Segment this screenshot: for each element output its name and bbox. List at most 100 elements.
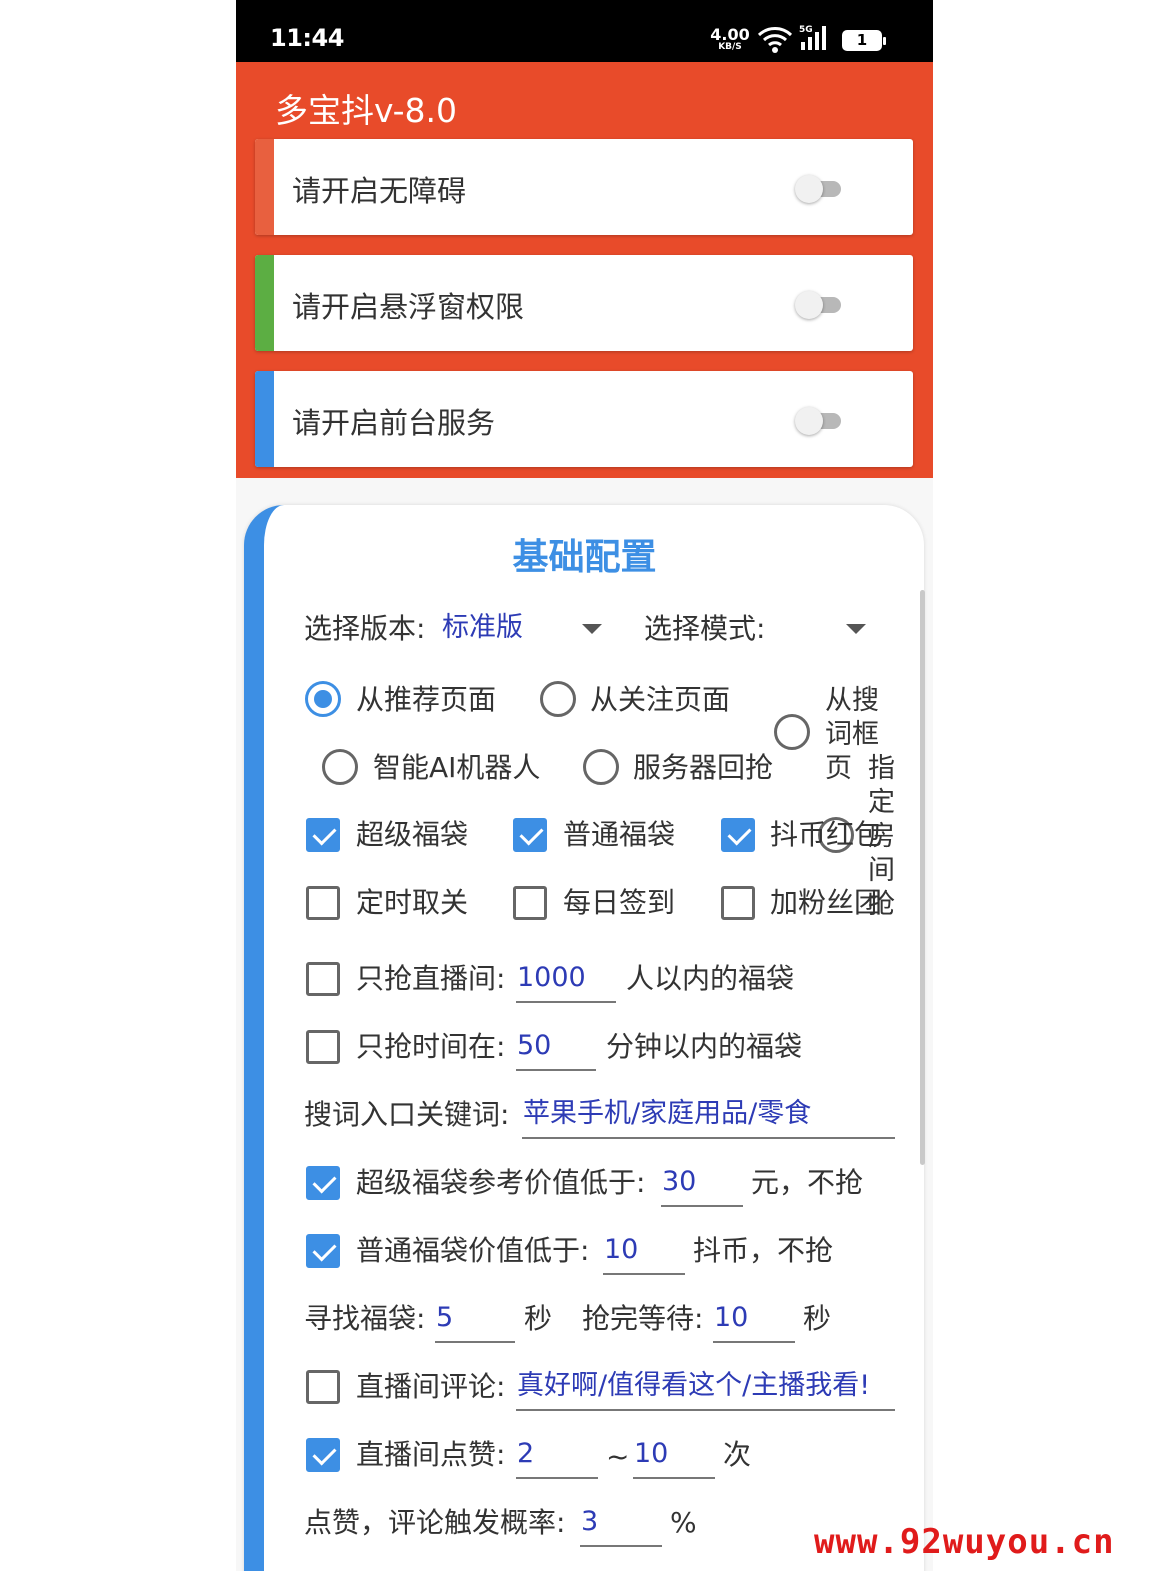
- check-normal-value[interactable]: [306, 1234, 340, 1268]
- normal-value-suffix: 抖币，不抢: [693, 1234, 834, 1267]
- overlay-toggle[interactable]: [795, 291, 843, 319]
- toggle-thumb: [795, 175, 823, 203]
- mode-label: 选择模式:: [644, 612, 766, 645]
- app-header: 多宝抖v-8.0 请开启无障碍 请开启悬浮窗权限 请开启前台服务: [236, 62, 933, 478]
- input-underline: [516, 1001, 616, 1003]
- toggle-thumb: [795, 291, 823, 319]
- time-limit-label: 只抢时间在:: [356, 1030, 506, 1063]
- radio-server[interactable]: [583, 749, 619, 785]
- version-label: 选择版本:: [304, 612, 426, 645]
- likes-unit: 次: [723, 1438, 752, 1471]
- radio-label[interactable]: 从关注页面: [590, 683, 730, 717]
- time-limit-suffix: 分钟以内的福袋: [606, 1030, 803, 1063]
- card-stripe: [255, 255, 274, 351]
- toggle-thumb: [795, 407, 823, 435]
- check-label[interactable]: 普通福袋: [563, 818, 675, 852]
- input-underline: [661, 1205, 743, 1207]
- radio-label[interactable]: 从推荐页面: [356, 683, 496, 717]
- comment-label: 直播间评论:: [356, 1370, 506, 1403]
- check-label[interactable]: 抖币红包: [770, 818, 882, 852]
- check-super-value[interactable]: [306, 1166, 340, 1200]
- check-time-limit[interactable]: [306, 1030, 340, 1064]
- card-stripe: [255, 371, 274, 467]
- keywords-label: 搜词入口关键词:: [304, 1098, 510, 1131]
- signal-icon: [799, 24, 831, 56]
- check-likes[interactable]: [306, 1438, 340, 1472]
- network-speed: 4.00 KB/S: [710, 25, 750, 52]
- radio-ai-robot[interactable]: [322, 749, 358, 785]
- scrollbar[interactable]: [920, 590, 925, 1165]
- live-limit-label: 只抢直播间:: [356, 962, 506, 995]
- input-underline: [713, 1341, 795, 1343]
- wait-label: 抢完等待:: [582, 1302, 704, 1335]
- check-live-limit[interactable]: [306, 962, 340, 996]
- input-underline: [633, 1477, 715, 1479]
- check-label[interactable]: 每日签到: [563, 886, 675, 920]
- input-underline: [603, 1273, 685, 1275]
- check-label[interactable]: 超级福袋: [356, 818, 468, 852]
- super-value-suffix: 元，不抢: [751, 1166, 864, 1199]
- likes-min-input[interactable]: 2: [517, 1438, 534, 1470]
- live-limit-input[interactable]: 1000: [517, 962, 586, 994]
- likes-label: 直播间点赞:: [356, 1438, 506, 1471]
- super-value-input[interactable]: 30: [662, 1166, 696, 1198]
- permission-label: 请开启无障碍: [292, 174, 467, 208]
- keywords-input[interactable]: 苹果手机/家庭用品/零食: [523, 1098, 811, 1130]
- check-normal-bag[interactable]: [513, 818, 547, 852]
- foreground-service-card[interactable]: 请开启前台服务: [255, 371, 913, 467]
- comment-input[interactable]: 真好啊/值得看这个/主播我看!: [517, 1370, 895, 1402]
- check-label[interactable]: 加粉丝团: [770, 886, 882, 920]
- normal-value-input[interactable]: 10: [604, 1234, 638, 1266]
- super-value-label: 超级福袋参考价值低于:: [356, 1166, 646, 1199]
- radio-label[interactable]: 服务器回抢: [633, 751, 773, 785]
- find-unit: 秒: [524, 1302, 553, 1335]
- probability-unit: %: [670, 1506, 697, 1539]
- live-limit-suffix: 人以内的福袋: [626, 962, 795, 995]
- check-timed-unfollow[interactable]: [306, 886, 340, 920]
- check-super-bag[interactable]: [306, 818, 340, 852]
- input-underline: [516, 1477, 598, 1479]
- battery-icon: 1: [842, 30, 886, 51]
- input-underline: [580, 1545, 662, 1547]
- check-fan-club[interactable]: [721, 886, 755, 920]
- input-underline: [516, 1409, 895, 1411]
- app-title: 多宝抖v-8.0: [275, 91, 458, 130]
- time-limit-input[interactable]: 50: [517, 1030, 551, 1062]
- overlay-permission-card[interactable]: 请开启悬浮窗权限: [255, 255, 913, 351]
- radio-recommend[interactable]: [305, 681, 341, 717]
- wifi-icon: [757, 26, 793, 58]
- probability-input[interactable]: 3: [581, 1506, 598, 1538]
- radio-follow[interactable]: [540, 681, 576, 717]
- likes-max-input[interactable]: 10: [634, 1438, 668, 1470]
- radio-label[interactable]: 智能AI机器人: [373, 751, 540, 785]
- wait-unit: 秒: [803, 1302, 832, 1335]
- status-time: 11:44: [270, 24, 344, 52]
- accessibility-toggle[interactable]: [795, 175, 843, 203]
- probability-label: 点赞，评论触发概率:: [304, 1506, 566, 1539]
- mode-dropdown-icon[interactable]: [846, 624, 866, 634]
- input-underline: [522, 1137, 895, 1139]
- check-label[interactable]: 定时取关: [356, 886, 468, 920]
- check-coin-redpacket[interactable]: [721, 818, 755, 852]
- permission-label: 请开启前台服务: [292, 406, 496, 440]
- find-input[interactable]: 5: [436, 1302, 453, 1334]
- card-stripe: [255, 139, 274, 235]
- status-bar: 11:44 4.00 KB/S 5G 1: [236, 0, 933, 62]
- input-underline: [516, 1069, 596, 1071]
- version-dropdown-icon[interactable]: [582, 624, 602, 634]
- radio-search[interactable]: [774, 714, 810, 750]
- likes-separator: ~: [606, 1440, 630, 1473]
- input-underline: [435, 1341, 515, 1343]
- find-label: 寻找福袋:: [304, 1302, 426, 1335]
- section-title: 基础配置: [512, 537, 657, 578]
- accessibility-permission-card[interactable]: 请开启无障碍: [255, 139, 913, 235]
- normal-value-label: 普通福袋价值低于:: [356, 1234, 590, 1267]
- check-daily-signin[interactable]: [513, 886, 547, 920]
- version-select[interactable]: 标准版: [442, 612, 523, 644]
- phone-screen: 11:44 4.00 KB/S 5G 1 多宝抖v-8.0 请开启无障碍 请开启…: [236, 0, 933, 1571]
- permission-label: 请开启悬浮窗权限: [292, 290, 525, 324]
- foreground-service-toggle[interactable]: [795, 407, 843, 435]
- check-comment[interactable]: [306, 1370, 340, 1404]
- watermark: www.92wuyou.cn: [814, 1522, 1115, 1562]
- wait-input[interactable]: 10: [714, 1302, 748, 1334]
